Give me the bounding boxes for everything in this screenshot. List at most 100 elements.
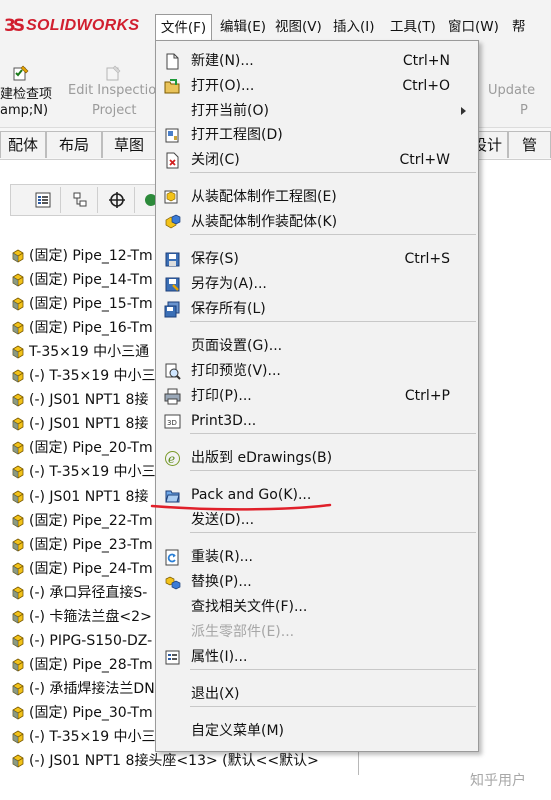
- menu-item-从装配体制作装配体[interactable]: 从装配体制作装配体(K): [156, 210, 478, 234]
- tree-item[interactable]: (固定) Pipe_12-Tm: [10, 245, 153, 267]
- tree-item-label: (-) JS01 NPT1 8接: [29, 392, 149, 409]
- menu-view[interactable]: 视图(V): [275, 14, 333, 40]
- tree-item[interactable]: (固定) Pipe_30-Tm: [10, 702, 153, 724]
- tree-item-label: (固定) Pipe_15-Tm: [29, 296, 153, 313]
- menu-item-保存[interactable]: 保存(S) Ctrl+S: [156, 247, 478, 271]
- menu-item-页面设置[interactable]: 页面设置(G)...: [156, 334, 478, 358]
- tree-item[interactable]: (固定) Pipe_15-Tm: [10, 293, 153, 315]
- tab-sketch[interactable]: 草图: [102, 131, 156, 158]
- svg-text:3D: 3D: [167, 419, 177, 427]
- part-icon: [12, 417, 24, 431]
- tree-item[interactable]: (-) 承插焊接法兰DN: [10, 678, 155, 700]
- print3d-icon: 3D: [164, 414, 181, 429]
- tree-item[interactable]: (固定) Pipe_20-Tm: [10, 437, 153, 459]
- menu-item-替换[interactable]: 替换(P)...: [156, 570, 478, 594]
- part-icon: [12, 682, 24, 696]
- menu-item-关闭[interactable]: 关闭(C) Ctrl+W: [156, 148, 478, 172]
- menu-edit[interactable]: 编辑(E): [220, 14, 275, 40]
- menu-item-新建[interactable]: 新建(N)... Ctrl+N: [156, 49, 478, 73]
- tree-item[interactable]: (固定) Pipe_14-Tm: [10, 269, 153, 291]
- menu-item-label: 打印(P)...: [191, 388, 252, 404]
- tree-item[interactable]: (固定) Pipe_22-Tm: [10, 510, 153, 532]
- menu-separator: [190, 532, 476, 533]
- tree-item[interactable]: (固定) Pipe_28-Tm: [10, 654, 153, 676]
- part-icon: [12, 706, 24, 720]
- tree-item[interactable]: (-) 承口异径直接S-: [10, 582, 147, 604]
- tree-item-label: (固定) Pipe_28-Tm: [29, 656, 153, 673]
- tree-item[interactable]: (固定) Pipe_23-Tm: [10, 534, 153, 556]
- menu-item-属性[interactable]: 属性(I)...: [156, 645, 478, 669]
- tree-item[interactable]: (-) JS01 NPT1 8接: [10, 486, 148, 508]
- tree-item[interactable]: (-) JS01 NPT1 8接: [10, 413, 148, 435]
- tree-item-label: (-) JS01 NPT1 8接: [29, 416, 149, 433]
- menu-item-派生零部件: 派生零部件(E)...: [156, 620, 478, 644]
- menu-tools[interactable]: 工具(T): [390, 14, 448, 40]
- solidworks-logo[interactable]: 3S SOLIDWORKS: [4, 16, 139, 36]
- part-icon: [12, 249, 24, 263]
- menu-window[interactable]: 窗口(W): [448, 14, 512, 40]
- part-icon: [12, 345, 24, 359]
- menu-item-退出[interactable]: 退出(X): [156, 682, 478, 706]
- tab-layout[interactable]: 布局: [46, 131, 102, 158]
- menu-item-打开工程图[interactable]: 打开工程图(D): [156, 123, 478, 147]
- property-manager-icon: [73, 192, 86, 207]
- tree-item[interactable]: T-35×19 中小三通: [10, 341, 149, 363]
- tree-item[interactable]: (-) T-35×19 中小三: [10, 461, 156, 483]
- menu-item-label: 重装(R)...: [191, 549, 254, 565]
- menu-insert[interactable]: 插入(I): [333, 14, 390, 40]
- menu-item-出版到-edrawings[interactable]: e 出版到 eDrawings(B): [156, 446, 478, 470]
- pie-icon: [145, 194, 155, 206]
- tree-item-label: T-35×19 中小三通: [29, 344, 150, 361]
- menu-item-重装[interactable]: 重装(R)...: [156, 545, 478, 569]
- part-icon: [12, 586, 24, 600]
- menu-item-自定义菜单[interactable]: 自定义菜单(M): [156, 719, 478, 743]
- menu-item-打开[interactable]: 打开(O)... Ctrl+O: [156, 74, 478, 98]
- tree-item-label: (固定) Pipe_20-Tm: [29, 440, 153, 457]
- menu-item-打印预览[interactable]: 打印预览(V)...: [156, 359, 478, 383]
- menu-file[interactable]: 文件(F): [155, 14, 212, 40]
- feature-tree-tab[interactable]: [25, 187, 61, 213]
- make-assembly-icon: [165, 214, 181, 229]
- part-icon: [12, 441, 24, 455]
- open-drawing-icon: [165, 128, 179, 143]
- menu-item-打开当前[interactable]: 打开当前(O): [156, 99, 478, 123]
- menu-item-打印[interactable]: 打印(P)... Ctrl+P: [156, 384, 478, 408]
- tab-assembly[interactable]: 配体: [0, 131, 46, 158]
- menu-item-label: Print3D...: [191, 413, 257, 429]
- menu-item-从装配体制作工程图[interactable]: 从装配体制作工程图(E): [156, 185, 478, 209]
- ribbon-check-label[interactable]: 建检查项: [0, 83, 52, 102]
- menu-item-label: 另存为(A)...: [191, 276, 267, 292]
- tab-tube[interactable]: 管: [508, 131, 551, 158]
- part-icon: [12, 610, 24, 624]
- part-icon: [12, 658, 24, 672]
- tree-item[interactable]: (固定) Pipe_24-Tm: [10, 558, 153, 580]
- properties-icon: [165, 650, 180, 665]
- menu-item-label: 关闭(C): [191, 152, 240, 168]
- tree-item[interactable]: (-) JS01 NPT1 8接头座<13> (默认<<默认>: [10, 750, 319, 772]
- property-manager-tab[interactable]: [62, 187, 98, 213]
- close-document-icon: [166, 152, 179, 169]
- menu-item-查找相关文件[interactable]: 查找相关文件(F)...: [156, 595, 478, 619]
- menu-item-label: 打印预览(V)...: [191, 363, 281, 379]
- configuration-manager-tab[interactable]: [99, 187, 135, 213]
- ribbon-edit-inspection-label: Edit Inspection: [68, 83, 165, 98]
- menu-bar: 文件(F) 编辑(E) 视图(V) 插入(I) 工具(T) 窗口(W) 帮: [155, 14, 532, 40]
- menu-item-另存为[interactable]: 另存为(A)...: [156, 272, 478, 296]
- menu-item-print3d[interactable]: 3D Print3D...: [156, 409, 478, 433]
- check-item-icon[interactable]: [12, 64, 30, 82]
- replace-icon: [165, 576, 181, 590]
- tree-item-label: (-) 承插焊接法兰DN: [29, 680, 155, 697]
- tree-item-label: (固定) Pipe_16-Tm: [29, 320, 153, 337]
- tree-item[interactable]: (固定) Pipe_16-Tm: [10, 317, 153, 339]
- tree-item[interactable]: (-) PIPG-S150-DZ-: [10, 630, 152, 652]
- feature-manager-toolbar: [10, 184, 160, 216]
- menu-item-保存所有[interactable]: 保存所有(L): [156, 297, 478, 321]
- tree-item[interactable]: (-) JS01 NPT1 8接: [10, 389, 148, 411]
- tree-item-label: (-) PIPG-S150-DZ-: [29, 632, 153, 649]
- tree-item[interactable]: (-) T-35×19 中小三: [10, 365, 156, 387]
- tree-item[interactable]: (-) T-35×19 中小三: [10, 726, 156, 748]
- make-drawing-icon: [164, 190, 178, 204]
- menu-item-shortcut: Ctrl+W: [399, 152, 450, 168]
- menu-help[interactable]: 帮: [512, 14, 532, 40]
- tree-item[interactable]: (-) 卡箍法兰盘<2>: [10, 606, 152, 628]
